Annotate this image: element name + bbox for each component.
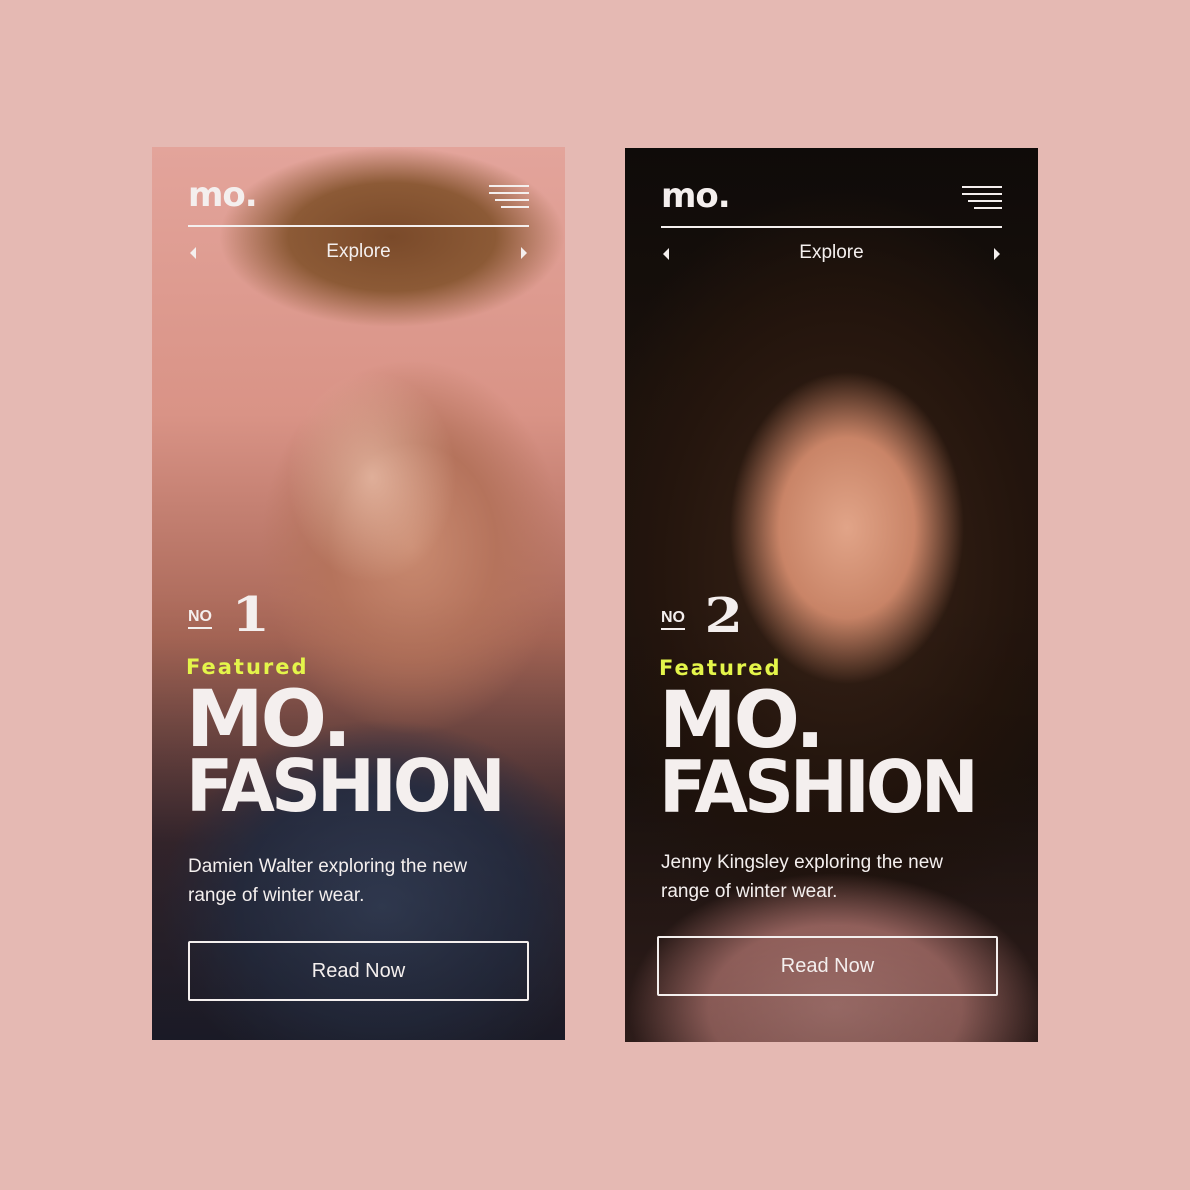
header-divider	[661, 226, 1002, 228]
brand-logo[interactable]: mo.	[661, 176, 731, 216]
issue-number: NO 1	[188, 587, 270, 643]
issue-number-value: 2	[704, 588, 743, 644]
no-label: NO	[188, 608, 212, 629]
mobile-screen-1: mo. Explore NO 1 Featured MO. FASHION Da…	[152, 147, 565, 1040]
header-divider	[188, 225, 529, 227]
hero-title-line2: FASHION	[659, 745, 979, 829]
explore-label[interactable]: Explore	[188, 241, 529, 263]
explore-label[interactable]: Explore	[661, 242, 1002, 264]
hamburger-menu-icon[interactable]	[489, 185, 529, 208]
read-now-button[interactable]: Read Now	[188, 941, 529, 1001]
caret-right-icon[interactable]	[994, 248, 1000, 260]
caret-right-icon[interactable]	[521, 247, 527, 259]
hero-title: MO. FASHION	[186, 681, 515, 828]
hamburger-menu-icon[interactable]	[962, 186, 1002, 209]
brand-logo[interactable]: mo.	[188, 175, 258, 215]
hero-description: Jenny Kingsley exploring the new range o…	[661, 852, 944, 902]
hero-title-line2: FASHION	[186, 744, 506, 828]
mockup-stage: mo. Explore NO 1 Featured MO. FASHION Da…	[0, 0, 1190, 1190]
issue-number: NO 2	[661, 588, 743, 644]
hero-title: MO. FASHION	[659, 682, 988, 829]
hero-description: Damien Walter exploring the new range of…	[188, 856, 468, 906]
issue-number-value: 1	[231, 587, 270, 643]
read-now-button[interactable]: Read Now	[657, 936, 998, 996]
explore-nav: Explore	[188, 239, 529, 269]
explore-nav: Explore	[661, 240, 1002, 270]
no-label: NO	[661, 609, 685, 630]
mobile-screen-2: mo. Explore NO 2 Featured MO. FASHION Je…	[625, 148, 1038, 1042]
